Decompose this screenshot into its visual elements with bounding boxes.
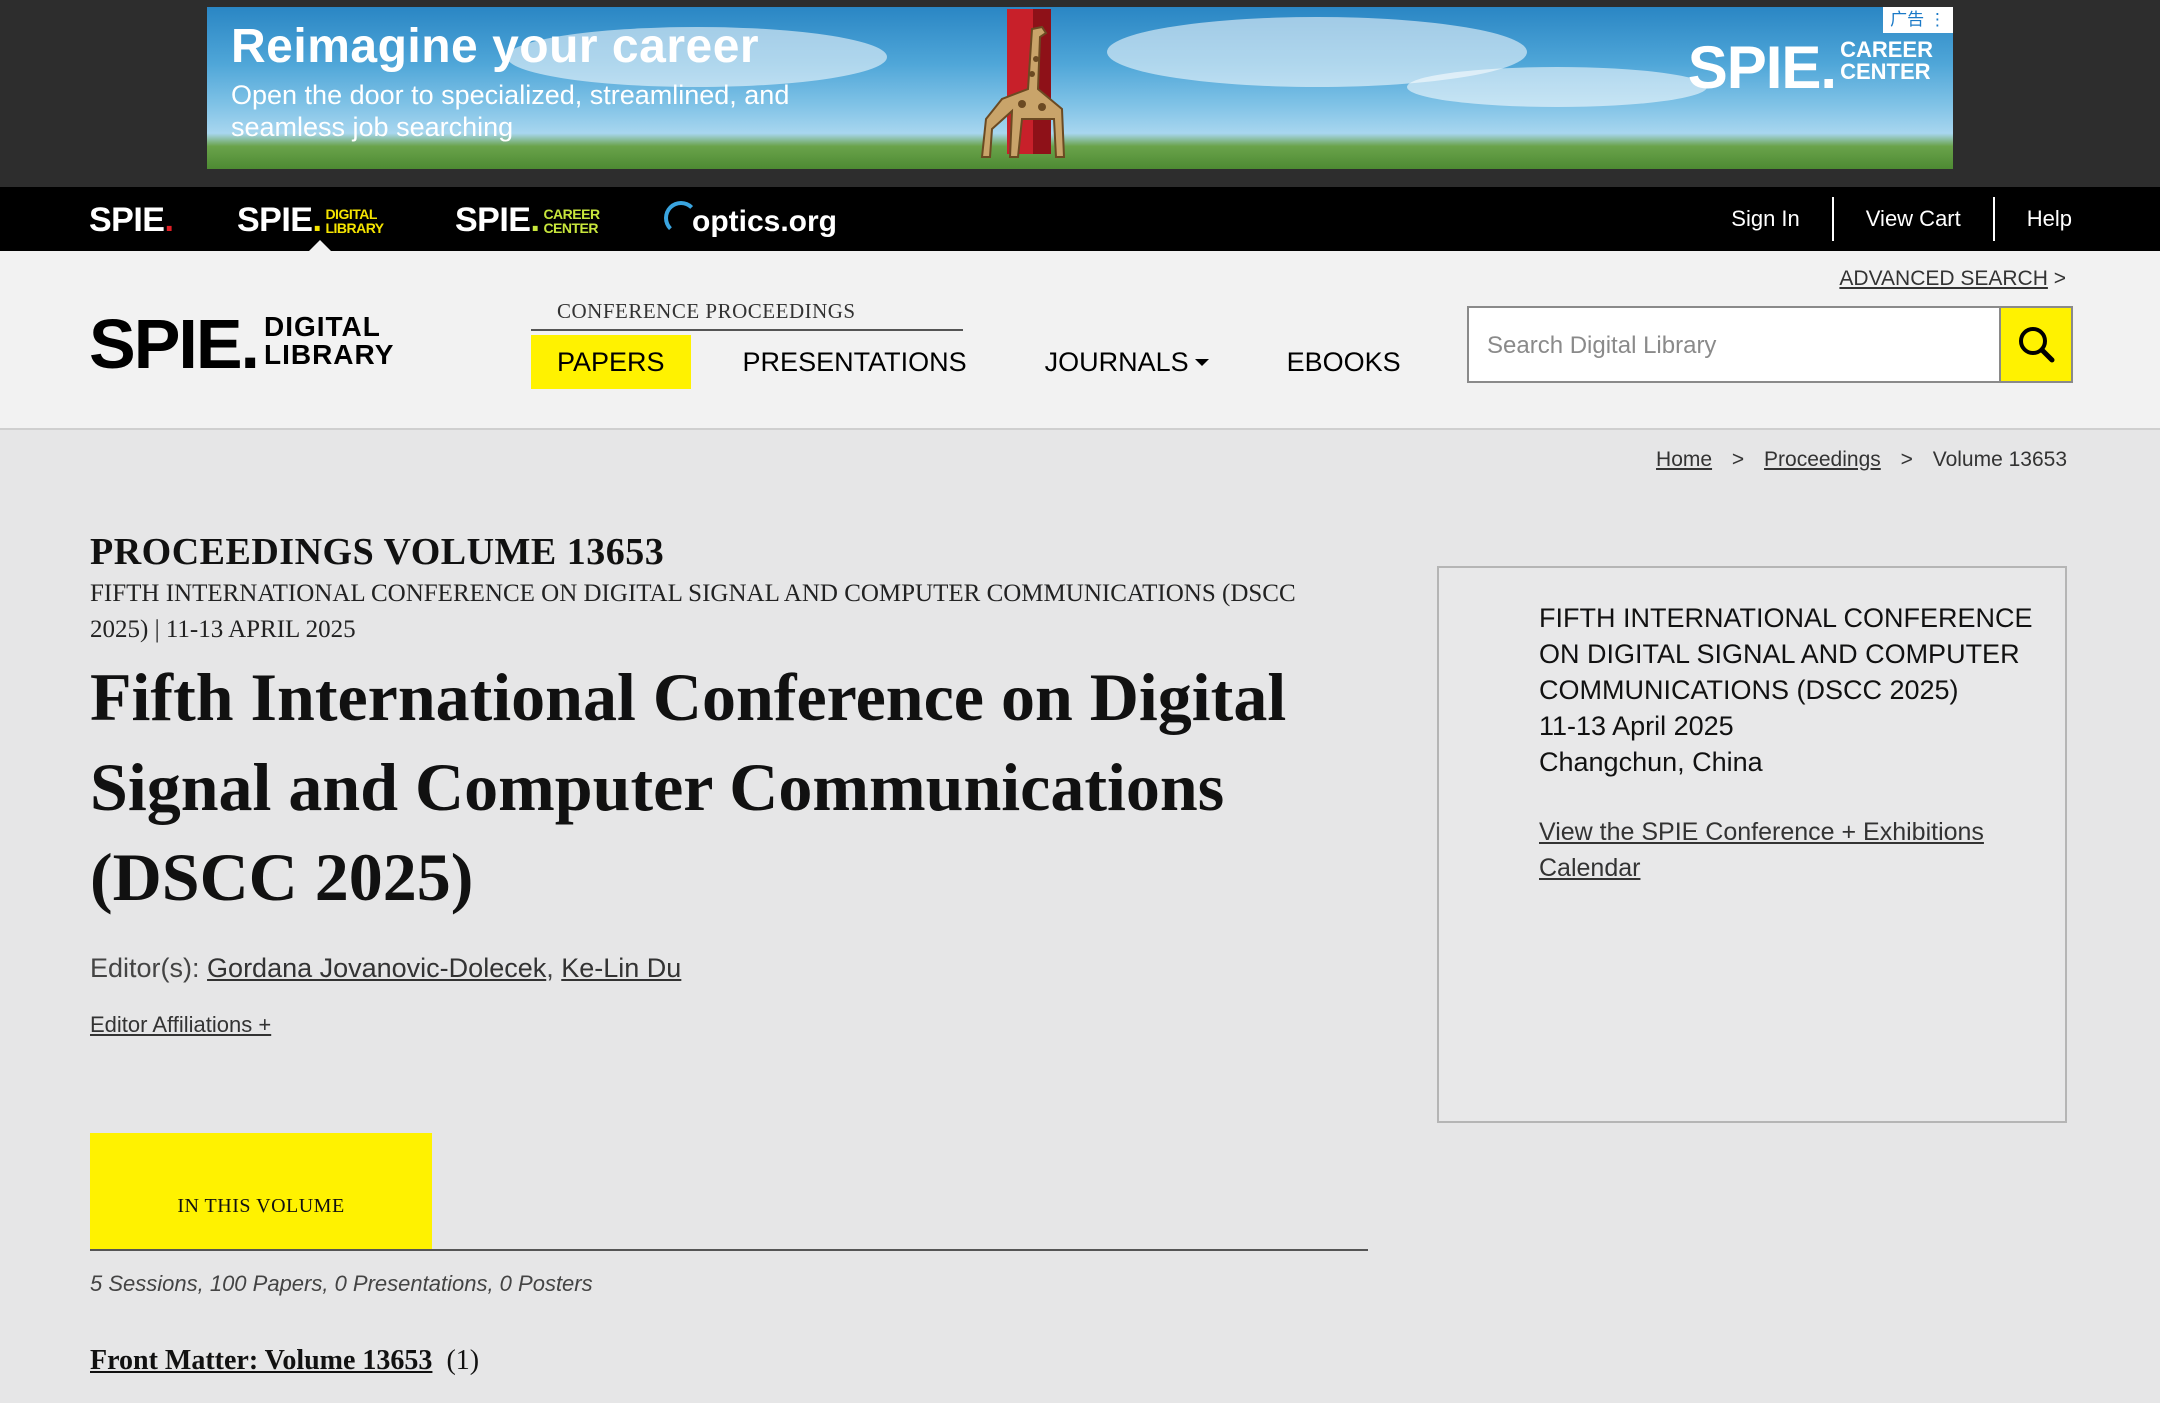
site-header: SPIE. DIGITAL LIBRARY CONFERENCE PROCEEDIN… — [0, 251, 2160, 430]
chevron-down-icon — [1194, 358, 1209, 366]
ad-banner-area: Reimagine your career Open the door to s… — [0, 0, 2160, 187]
tab-divider — [90, 1249, 1368, 1251]
front-matter-count: (1) — [446, 1345, 480, 1376]
conference-info-box: FIFTH INTERNATIONAL CONFERENCE ON DIGITA… — [1437, 566, 2067, 1123]
editor-link[interactable]: Ke-Lin Du — [561, 953, 681, 983]
spie-digital-library-link[interactable]: SPIE. DIGITAL LIBRARY — [237, 201, 384, 240]
search-icon — [2019, 327, 2055, 363]
main-nav: PAPERS PRESENTATIONS JOURNALS EBOOKS — [531, 335, 1453, 389]
page-title: Fifth International Conference on Digita… — [90, 659, 1287, 915]
search-input[interactable] — [1469, 308, 2009, 383]
ad-spie-logo: SPIE. CAREER CENTER — [1687, 34, 1933, 101]
front-matter-item: Front Matter: Volume 13653 (1) — [90, 1345, 479, 1377]
breadcrumb-current: Volume 13653 — [1932, 448, 2067, 471]
search-box — [1467, 306, 2073, 383]
view-cart-link[interactable]: View Cart — [1831, 197, 1993, 241]
tab-in-this-volume[interactable]: IN THIS VOLUME — [90, 1133, 432, 1250]
advanced-search-link[interactable]: ADVANCED SEARCH > — [1839, 267, 2066, 291]
conference-name: FIFTH INTERNATIONAL CONFERENCE ON DIGITA… — [1539, 603, 2033, 705]
help-link[interactable]: Help — [1992, 197, 2072, 241]
conference-info: FIFTH INTERNATIONAL CONFERENCE ON DIGITA… — [1539, 600, 2039, 780]
nav-presentations[interactable]: PRESENTATIONS — [717, 335, 993, 389]
conference-proceedings-label: CONFERENCE PROCEEDINGS — [557, 299, 856, 323]
volume-counts: 5 Sessions, 100 Papers, 0 Presentations,… — [90, 1271, 593, 1296]
editors-line: Editor(s): Gordana Jovanovic-Dolecek, Ke… — [90, 953, 682, 983]
conference-location: Changchun, China — [1539, 747, 1763, 777]
ad-badge[interactable]: 广告 ⋮ — [1883, 7, 1953, 33]
giraffe-image — [980, 25, 1066, 158]
conference-dates: 11-13 April 2025 — [1539, 711, 1734, 741]
account-links: Sign In View Cart Help — [1699, 187, 2072, 251]
breadcrumb-separator: > — [1900, 448, 1913, 471]
editor-affiliations-toggle[interactable]: Editor Affiliations + — [90, 1012, 271, 1038]
optics-org-link[interactable]: optics.org — [664, 201, 837, 239]
conference-subtitle: FIFTH INTERNATIONAL CONFERENCE ON DIGITA… — [90, 580, 1296, 643]
breadcrumb: Home > Proceedings > Volume 13653 — [1656, 448, 2067, 472]
active-site-indicator — [309, 240, 331, 251]
sign-in-link[interactable]: Sign In — [1699, 197, 1832, 241]
breadcrumb-separator: > — [1731, 448, 1745, 471]
breadcrumb-proceedings[interactable]: Proceedings — [1764, 448, 1881, 471]
breadcrumb-home[interactable]: Home — [1656, 448, 1712, 471]
front-matter-link[interactable]: Front Matter: Volume 13653 — [90, 1345, 432, 1376]
nav-ebooks[interactable]: EBOOKS — [1261, 335, 1427, 389]
ad-headline: Reimagine your career — [231, 20, 760, 73]
editor-link[interactable]: Gordana Jovanovic-Dolecek — [207, 953, 546, 983]
conference-label-underline — [531, 329, 963, 331]
digital-library-logo[interactable]: SPIE. DIGITAL LIBRARY — [89, 309, 394, 379]
nav-journals[interactable]: JOURNALS — [1019, 335, 1235, 389]
spie-career-center-link[interactable]: SPIE. CAREER CENTER — [455, 201, 600, 240]
search-button[interactable] — [1999, 308, 2071, 381]
volume-label: PROCEEDINGS VOLUME 13653 — [90, 531, 665, 573]
conference-calendar-link[interactable]: View the SPIE Conference + Exhibitions C… — [1539, 818, 1984, 882]
spie-brand-link[interactable]: SPIE. — [89, 201, 174, 240]
career-ad[interactable]: Reimagine your career Open the door to s… — [207, 7, 1953, 169]
editors-label: Editor(s): — [90, 953, 200, 983]
ad-subline: Open the door to specialized, streamline… — [231, 80, 790, 142]
calendar-link-wrap: View the SPIE Conference + Exhibitions C… — [1539, 814, 2019, 886]
nav-papers[interactable]: PAPERS — [531, 335, 691, 389]
site-switcher-bar: SPIE. SPIE. DIGITAL LIBRARY SPIE. CAREER CEN… — [0, 187, 2160, 251]
